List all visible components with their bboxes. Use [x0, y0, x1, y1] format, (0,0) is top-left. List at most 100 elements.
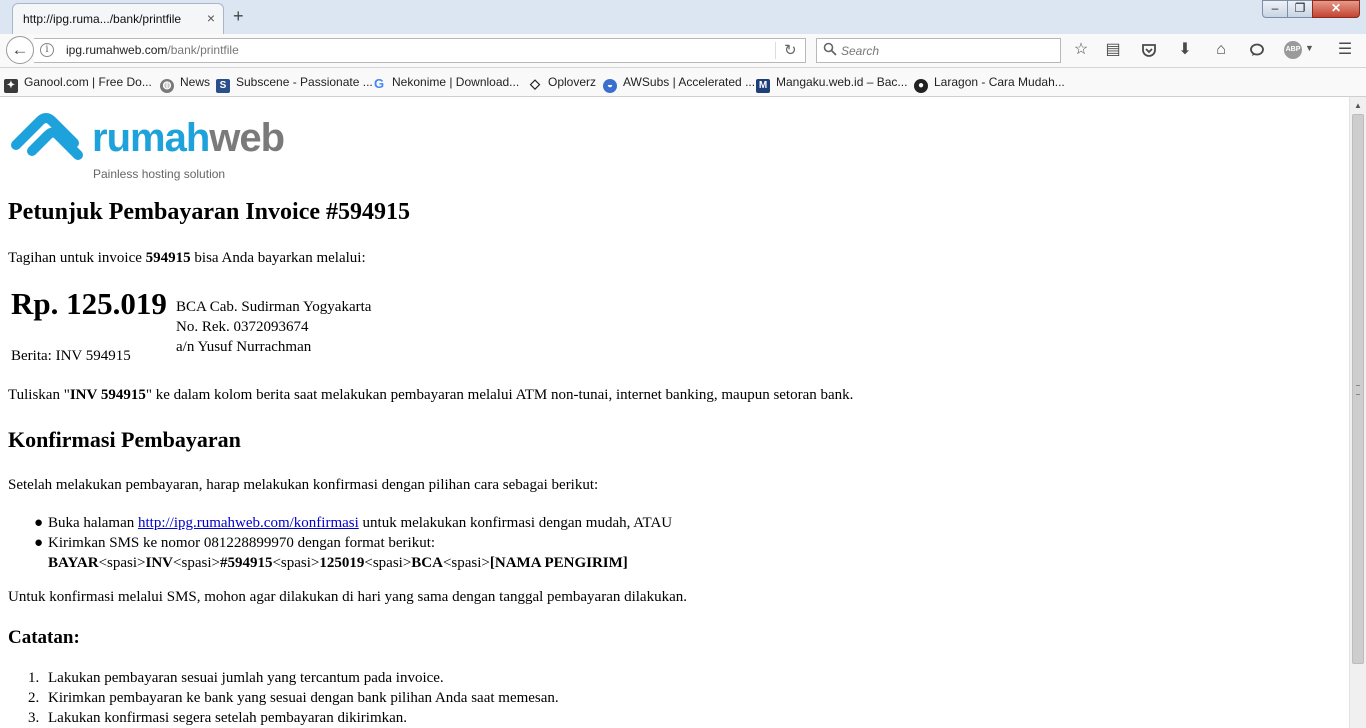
bookmark-awsubs[interactable]: ◒ AWSubs | Accelerated ...	[603, 73, 756, 93]
bookmark-nekonime[interactable]: G Nekonime | Download...	[372, 73, 519, 91]
ganool-icon: ✦	[4, 79, 18, 93]
reload-icon[interactable]: ↻	[784, 41, 797, 59]
reading-list-icon[interactable]: ▤	[1103, 40, 1123, 60]
download-icon[interactable]: ⬇	[1175, 40, 1195, 60]
notes-heading: Catatan:	[8, 627, 80, 648]
rumahweb-logo[interactable]: rumahweb Painless hosting solution	[10, 109, 310, 181]
bookmark-label: Ganool.com | Free Do...	[24, 75, 152, 89]
intro-invoice-number: 594915	[145, 250, 191, 266]
url-bar[interactable]: i ipg.rumahweb.com/bank/printfile ↻	[34, 38, 806, 63]
sms-sep: <spasi>	[442, 555, 490, 571]
site-info-icon[interactable]: i	[40, 43, 54, 57]
diamond-icon: ◇	[530, 76, 540, 91]
note-text: Lakukan konfirmasi segera setelah pembay…	[48, 710, 408, 726]
url-separator	[775, 42, 776, 59]
list-number: 2.	[28, 690, 40, 706]
logo-wordmark: rumahweb	[92, 115, 285, 161]
account-holder: a/n Yusuf Nurrachman	[176, 339, 312, 355]
bookmark-oploverz[interactable]: ◇ Oploverz	[528, 73, 596, 91]
scroll-up-arrow-icon[interactable]: ▲	[1350, 97, 1366, 114]
bookmark-label: News	[180, 75, 211, 89]
search-input[interactable]	[841, 42, 1051, 59]
back-button[interactable]: ←	[6, 36, 34, 64]
sms-sep: <spasi>	[272, 555, 320, 571]
bookmark-label: AWSubs | Accelerated ...	[623, 75, 756, 89]
bookmark-laragon[interactable]: ● Laragon - Cara Mudah...	[914, 73, 1065, 93]
confirmation-heading: Konfirmasi Pembayaran	[8, 427, 241, 452]
account-number: No. Rek. 0372093674	[176, 319, 309, 335]
logo-web: web	[209, 116, 285, 160]
sms-bank: BCA	[411, 555, 443, 571]
page-scrollbar[interactable]: ▲	[1349, 97, 1366, 728]
rumahweb-logo-mark-icon	[11, 113, 83, 160]
url-domain: ipg.rumahweb.com	[66, 43, 168, 57]
bullet-icon: ●	[34, 515, 44, 531]
note-text: Lakukan pembayaran sesuai jumlah yang te…	[48, 670, 444, 686]
bookmark-label: Laragon - Cara Mudah...	[934, 75, 1065, 89]
list-item: 3. Lakukan konfirmasi segera setelah pemb…	[28, 708, 559, 728]
browser-tab-active[interactable]: http://ipg.ruma.../bank/printfile ×	[12, 3, 224, 34]
chat-icon[interactable]	[1247, 40, 1267, 60]
list-item: 2. Kirimkan pembayaran ke bank yang sesua…	[28, 688, 559, 708]
browser-titlebar: http://ipg.ruma.../bank/printfile × + – …	[0, 0, 1366, 35]
page-content: rumahweb Painless hosting solution Petun…	[0, 97, 1349, 728]
list-number: 1.	[28, 670, 40, 686]
scrollbar-grip	[1356, 385, 1360, 395]
instruction-code: INV 594915	[69, 387, 146, 403]
confirm-item1-text-after: untuk melakukan konfirmasi dengan mudah,…	[358, 515, 673, 531]
new-tab-button[interactable]: +	[233, 6, 244, 26]
list-item: ● Kirimkan SMS ke nomor 081228899970 den…	[34, 533, 672, 573]
intro-text-before: Tagihan untuk invoice	[8, 250, 146, 266]
logo-tagline: Painless hosting solution	[93, 167, 226, 181]
bank-details: BCA Cab. Sudirman Yogyakarta No. Rek. 03…	[176, 297, 371, 357]
instruction-text-after: " ke dalam kolom berita saat melakukan p…	[145, 387, 854, 403]
sms-num: #594915	[219, 555, 273, 571]
url-path: /bank/printfile	[167, 43, 239, 57]
tab-title: http://ipg.ruma.../bank/printfile	[23, 12, 182, 26]
bookmark-mangaku[interactable]: M Mangaku.web.id – Bac...	[756, 73, 908, 93]
subscene-icon: S	[216, 79, 230, 93]
menu-icon[interactable]: ☰	[1335, 40, 1355, 60]
bookmark-subscene[interactable]: S Subscene - Passionate ...	[216, 73, 373, 93]
sms-sep: <spasi>	[98, 555, 146, 571]
window-minimize-button[interactable]: –	[1262, 0, 1288, 18]
payment-instruction: Tuliskan "INV 594915" ke dalam kolom ber…	[8, 387, 853, 404]
bookmark-label: Mangaku.web.id – Bac...	[776, 75, 908, 89]
sms-name: [NAMA PENGIRIM]	[489, 555, 628, 571]
window-maximize-button[interactable]: ❐	[1287, 0, 1313, 18]
url-text[interactable]: ipg.rumahweb.com/bank/printfile	[66, 43, 239, 57]
bookmark-ganool[interactable]: ✦ Ganool.com | Free Do...	[4, 73, 152, 93]
search-bar[interactable]	[816, 38, 1061, 63]
notes-list: 1. Lakukan pembayaran sesuai jumlah yang …	[28, 668, 559, 728]
home-icon[interactable]: ⌂	[1211, 40, 1231, 60]
awsubs-icon: ◒	[603, 79, 617, 93]
mangaku-icon: M	[756, 79, 770, 93]
back-arrow-icon: ←	[11, 40, 29, 59]
adblock-icon[interactable]: ABP	[1284, 41, 1302, 59]
bookmark-label: Nekonime | Download...	[392, 75, 520, 89]
window-close-button[interactable]: ✕	[1312, 0, 1360, 18]
sms-amount: 125019	[319, 555, 365, 571]
confirmation-link[interactable]: http://ipg.rumahweb.com/konfirmasi	[138, 515, 359, 531]
bookmark-star-icon[interactable]: ☆	[1071, 40, 1091, 60]
adblock-dropdown-icon[interactable]: ▼	[1305, 43, 1314, 53]
search-icon	[823, 42, 837, 56]
pocket-icon[interactable]	[1139, 40, 1159, 60]
bookmark-news[interactable]: ◍ News	[160, 73, 211, 93]
instruction-text-before: Tuliskan "	[8, 387, 70, 403]
sms-sep: <spasi>	[173, 555, 220, 571]
bookmark-label: Oploverz	[548, 75, 597, 89]
sms-sep: <spasi>	[364, 555, 412, 571]
bookmarks-toolbar: ✦ Ganool.com | Free Do... ◍ News S Subscene…	[0, 68, 1366, 97]
bank-name: BCA Cab. Sudirman Yogyakarta	[176, 299, 372, 315]
sms-inv: INV	[145, 555, 174, 571]
logo-rumah: rumah	[92, 116, 210, 160]
navigation-toolbar: i ipg.rumahweb.com/bank/printfile ↻ ← ☆ …	[0, 34, 1366, 68]
tab-close-icon[interactable]: ×	[207, 10, 215, 26]
laragon-icon: ●	[914, 79, 928, 93]
sms-format: BAYAR<spasi>INV<spasi>#594915<spasi>1250…	[48, 555, 628, 571]
intro-text-after: bisa Anda bayarkan melalui:	[190, 250, 366, 266]
scrollbar-thumb[interactable]	[1352, 114, 1364, 664]
confirm-item1-text: Buka halaman	[48, 515, 138, 531]
confirmation-options-list: ● Buka halaman http://ipg.rumahweb.com/k…	[34, 513, 673, 573]
